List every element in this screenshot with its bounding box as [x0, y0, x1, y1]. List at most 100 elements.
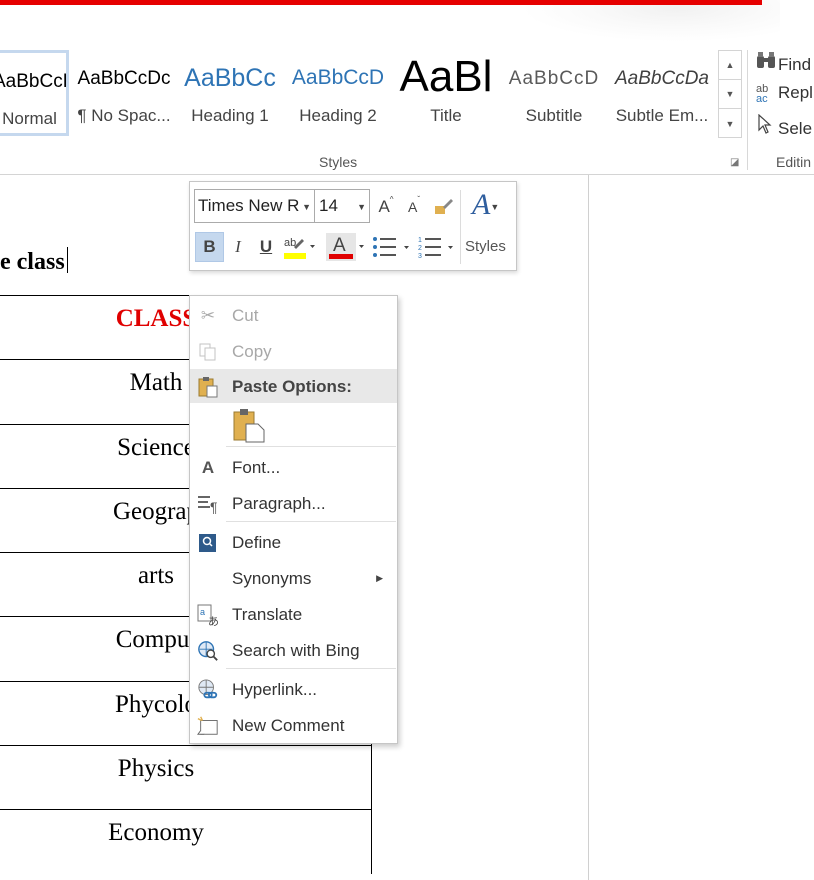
dialog-launcher-icon[interactable]: ◪ — [730, 157, 739, 168]
cursor-arrow-icon — [756, 113, 778, 139]
bullets-button[interactable] — [372, 232, 414, 262]
highlight-button[interactable]: ab — [282, 232, 316, 262]
style-preview: AaBbCcDa — [615, 68, 709, 89]
format-painter-button[interactable] — [430, 192, 458, 222]
context-menu: ✂ Cut Copy Paste Options: A Font... ¶ Pa… — [189, 295, 398, 744]
scroll-up-icon[interactable]: ▲ — [719, 51, 741, 80]
table-row[interactable]: Physics — [0, 745, 372, 810]
style-name: Normal — [2, 109, 57, 128]
grow-font-icon: A — [378, 197, 390, 216]
link-icon — [197, 679, 219, 701]
replace-button[interactable]: ab ac Repl — [756, 83, 813, 104]
style-preview: AaBbCc — [184, 64, 276, 92]
menu-separator — [226, 521, 396, 522]
svg-text:2: 2 — [418, 245, 422, 252]
numbered-list-icon: 123 — [418, 237, 453, 259]
select-button[interactable]: Sele — [756, 113, 813, 139]
replace-icon: ab ac — [756, 82, 769, 105]
menu-item-translate[interactable]: aあ Translate — [190, 597, 397, 631]
scroll-down-icon[interactable]: ▼ — [719, 80, 741, 109]
font-name-box[interactable]: Times New R ▼ — [194, 189, 315, 223]
underline-button[interactable]: U — [254, 232, 278, 262]
replace-label: Repl — [778, 83, 813, 102]
book-icon — [197, 532, 219, 554]
gallery-more-icon[interactable]: ▼ — [719, 109, 741, 138]
italic-icon: I — [235, 237, 241, 256]
menu-item-font[interactable]: A Font... — [190, 450, 397, 484]
svg-text:あ: あ — [208, 615, 219, 626]
font-icon: A — [201, 458, 215, 477]
menu-label: Translate — [232, 605, 303, 624]
menu-label: Search with Bing — [232, 641, 360, 660]
highlighter-icon: ab — [284, 237, 315, 259]
find-label: Find — [778, 55, 812, 74]
style-preview: AaBl — [399, 52, 493, 101]
styles-gallery: AaBbCcDc Normal AaBbCcDc ¶ No Spac... Aa… — [0, 50, 720, 138]
numbering-button[interactable]: 123 — [418, 232, 460, 262]
menu-label: Paste Options: — [232, 377, 352, 396]
menu-item-paragraph[interactable]: ¶ Paragraph... — [190, 486, 397, 520]
menu-item-define[interactable]: Define — [190, 525, 397, 559]
translate-icon: aあ — [197, 604, 219, 626]
ribbon: AaBbCcDc Normal AaBbCcDc ¶ No Spac... Aa… — [0, 42, 814, 175]
paste-keep-source-button[interactable] — [232, 408, 266, 444]
svg-text:3: 3 — [418, 253, 422, 259]
menu-separator — [226, 446, 396, 447]
style-name: Title — [430, 106, 462, 125]
find-button[interactable]: Find — [756, 52, 811, 75]
menu-header-paste-options: Paste Options: — [190, 369, 397, 403]
style-name: Heading 1 — [191, 106, 269, 125]
menu-label: Paragraph... — [232, 494, 326, 513]
style-normal[interactable]: AaBbCcDc Normal — [0, 50, 69, 136]
menu-label: Synonyms — [232, 569, 312, 588]
chevron-down-icon[interactable]: ▼ — [302, 202, 311, 212]
menu-label: Hyperlink... — [232, 680, 318, 699]
menu-label: New Comment — [232, 716, 345, 735]
table-row[interactable]: Economy — [0, 809, 372, 874]
style-heading-2[interactable]: AaBbCcD Heading 2 — [286, 50, 390, 136]
style-preview: AaBbCcD — [291, 66, 385, 89]
style-subtle-emphasis[interactable]: AaBbCcDa Subtle Em... — [610, 50, 714, 136]
style-no-spacing[interactable]: AaBbCcDc ¶ No Spac... — [72, 50, 176, 136]
binoculars-icon — [756, 52, 778, 75]
paste-icon — [197, 376, 219, 398]
menu-item-hyperlink[interactable]: Hyperlink... — [190, 672, 397, 706]
search-icon — [197, 640, 219, 662]
bold-button[interactable]: B — [195, 232, 224, 262]
menu-item-new-comment[interactable]: New Comment — [190, 708, 397, 742]
style-preview: AaBbCcD — [508, 68, 600, 89]
font-color-button[interactable]: A — [326, 232, 366, 262]
comment-icon — [197, 715, 219, 737]
editing-group-label: Editin — [776, 154, 812, 170]
style-name: ¶ No Spac... — [77, 106, 171, 125]
bold-icon: B — [203, 237, 216, 256]
style-heading-1[interactable]: AaBbCc Heading 1 — [178, 50, 282, 136]
menu-item-cut[interactable]: ✂ Cut — [190, 298, 397, 332]
styles-brush-icon[interactable]: A▼ — [472, 188, 499, 222]
style-subtitle[interactable]: AaBbCcD Subtitle — [502, 50, 606, 136]
style-preview: AaBbCcDc — [0, 71, 66, 92]
page-edge — [588, 175, 589, 880]
underline-icon: U — [259, 237, 273, 256]
menu-item-copy[interactable]: Copy — [190, 334, 397, 368]
italic-button[interactable]: I — [226, 232, 250, 262]
table-cell: Physics — [117, 755, 195, 783]
styles-button-label[interactable]: Styles — [465, 238, 506, 255]
svg-text:A: A — [333, 235, 346, 256]
menu-label: Cut — [232, 306, 259, 325]
heading-text: e class — [0, 249, 65, 275]
menu-item-search-bing[interactable]: Search with Bing — [190, 633, 397, 667]
format-painter-icon — [435, 199, 453, 214]
document-area[interactable]: e class CLASS Math Science Geograp arts … — [0, 175, 814, 880]
copy-icon — [197, 341, 219, 363]
menu-item-synonyms[interactable]: Synonyms ▶ — [190, 561, 397, 595]
chevron-down-icon[interactable]: ▼ — [357, 202, 366, 212]
style-title[interactable]: AaBl Title — [394, 50, 498, 136]
shrink-font-button[interactable]: Aˇ — [402, 192, 426, 222]
select-label: Sele — [778, 119, 813, 138]
menu-label: Define — [232, 533, 282, 552]
font-size-box[interactable]: 14 ▼ — [314, 189, 370, 223]
document-heading[interactable]: e class — [0, 247, 68, 276]
grow-font-button[interactable]: A ^ — [374, 192, 398, 222]
toolbar-divider — [460, 190, 461, 264]
